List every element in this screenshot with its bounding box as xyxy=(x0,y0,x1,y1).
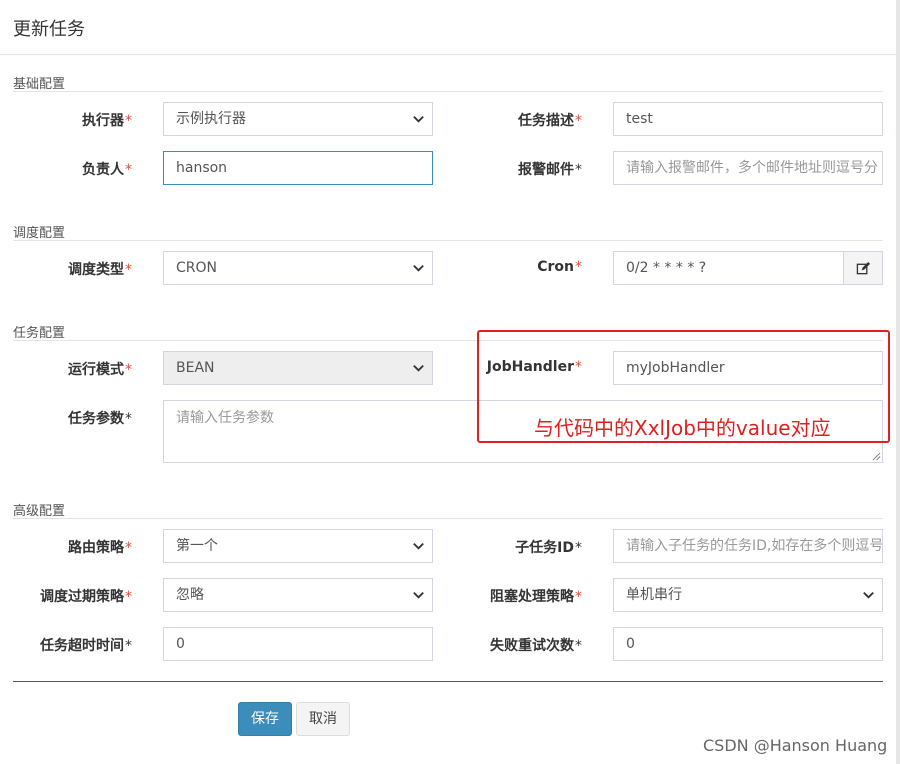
edit-icon xyxy=(856,261,871,275)
route-strategy-label: 路由策略* xyxy=(68,540,132,556)
misfire-strategy-select[interactable]: 忽略 xyxy=(163,578,433,612)
chevron-down-icon xyxy=(863,591,874,599)
alarm-email-label: 报警邮件* xyxy=(518,162,582,178)
annotation-text: 与代码中的XxlJob中的value对应 xyxy=(534,416,831,440)
schedule-type-select[interactable]: CRON xyxy=(163,251,433,285)
child-job-id-label: 子任务ID* xyxy=(515,540,582,556)
fail-retry-input[interactable]: 0 xyxy=(613,627,883,661)
watermark: CSDN @Hanson Huang xyxy=(703,736,888,755)
cron-edit-button[interactable] xyxy=(843,251,883,285)
cron-label: Cron* xyxy=(537,259,582,275)
chevron-down-icon xyxy=(413,364,424,372)
executor-select[interactable]: 示例执行器 xyxy=(163,102,433,136)
section-title-basic: 基础配置 xyxy=(13,77,66,92)
job-desc-label: 任务描述* xyxy=(518,113,582,129)
job-desc-input[interactable]: test xyxy=(613,102,883,136)
timeout-input[interactable]: 0 xyxy=(163,627,433,661)
glue-type-select[interactable]: BEAN xyxy=(163,351,433,385)
misfire-strategy-label: 调度过期策略* xyxy=(40,589,132,605)
chevron-down-icon xyxy=(413,115,424,123)
alarm-email-input[interactable]: 请输入报警邮件，多个邮件地址则逗号分 xyxy=(613,151,883,185)
child-job-id-input[interactable]: 请输入子任务的任务ID,如存在多个则逗号 xyxy=(613,529,883,563)
route-strategy-select[interactable]: 第一个 xyxy=(163,529,433,563)
dialog-header: 更新任务 xyxy=(0,0,896,55)
chevron-down-icon xyxy=(413,591,424,599)
schedule-type-label: 调度类型* xyxy=(68,262,132,278)
author-label: 负责人* xyxy=(82,162,132,178)
author-input[interactable]: hanson xyxy=(163,151,433,185)
executor-label: 执行器* xyxy=(82,113,132,129)
section-title-task: 任务配置 xyxy=(13,326,66,341)
cron-input[interactable]: 0/2 * * * * ? xyxy=(613,251,844,285)
block-strategy-select[interactable]: 单机串行 xyxy=(613,578,883,612)
block-strategy-label: 阻塞处理策略* xyxy=(490,589,582,605)
footer-divider xyxy=(13,681,883,682)
glue-type-label: 运行模式* xyxy=(68,362,132,378)
section-divider xyxy=(13,240,883,241)
section-divider xyxy=(13,518,883,519)
chevron-down-icon xyxy=(413,264,424,272)
section-title-advanced: 高级配置 xyxy=(13,504,66,519)
chevron-down-icon xyxy=(413,542,424,550)
dialog-title: 更新任务 xyxy=(13,19,85,40)
cancel-button[interactable]: 取消 xyxy=(296,702,350,736)
fail-retry-label: 失败重试次数* xyxy=(490,638,582,654)
timeout-label: 任务超时时间* xyxy=(40,638,132,654)
section-divider xyxy=(13,91,883,92)
save-button[interactable]: 保存 xyxy=(238,702,292,736)
section-title-schedule: 调度配置 xyxy=(13,226,66,241)
job-param-label: 任务参数* xyxy=(68,411,132,427)
modal-scroll-edge xyxy=(896,0,900,764)
resize-handle-icon[interactable] xyxy=(872,452,881,461)
